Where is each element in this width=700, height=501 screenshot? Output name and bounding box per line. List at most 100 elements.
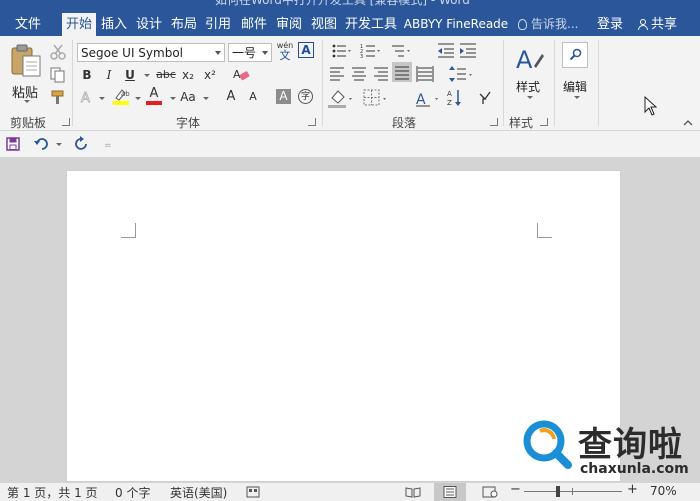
bullets-icon[interactable]	[332, 44, 351, 58]
underline-dropdown-icon[interactable]	[144, 74, 150, 77]
clipboard-launcher-icon[interactable]	[62, 118, 70, 126]
paste-button[interactable]: 粘贴	[6, 42, 46, 104]
save-icon[interactable]	[6, 137, 20, 151]
tell-me-box[interactable]: 告诉我...	[518, 13, 578, 36]
undo-icon[interactable]	[33, 137, 51, 151]
underline-button[interactable]: U	[122, 65, 138, 85]
decrease-indent-icon[interactable]	[438, 43, 454, 58]
svg-text:Z: Z	[447, 99, 452, 107]
tab-home[interactable]: 开始	[62, 13, 96, 36]
chevron-down-icon	[262, 51, 268, 55]
font-color-glyph: A	[149, 86, 159, 101]
increase-indent-icon[interactable]	[460, 43, 476, 58]
text-effects-icon[interactable]: A	[80, 89, 96, 105]
font-color-dropdown-icon[interactable]	[170, 97, 176, 100]
styles-button-label: 样式	[516, 80, 541, 94]
tab-view[interactable]: 视图	[308, 13, 340, 36]
strikethrough-button[interactable]: abc	[155, 65, 177, 85]
align-right-icon[interactable]	[374, 67, 388, 81]
change-case-dropdown-icon[interactable]	[203, 97, 209, 100]
paste-dropdown-icon	[24, 100, 30, 103]
align-left-icon[interactable]	[330, 67, 344, 81]
char-border-button[interactable]: A	[298, 42, 314, 58]
numbering-icon[interactable]: 123	[360, 44, 380, 60]
shrink-font-button[interactable]: A	[246, 87, 260, 107]
print-layout-icon	[443, 486, 457, 498]
read-mode-icon[interactable]	[405, 486, 421, 498]
multilevel-list-icon[interactable]	[392, 45, 410, 57]
zoom-slider[interactable]	[524, 486, 622, 497]
tab-design[interactable]: 设计	[133, 13, 165, 36]
zoom-out-button[interactable]: −	[510, 482, 521, 497]
print-layout-button[interactable]	[434, 483, 466, 501]
tab-developer[interactable]: 开发工具	[344, 13, 398, 36]
enclose-char-button[interactable]: 字	[298, 89, 313, 104]
line-spacing-icon[interactable]	[449, 66, 472, 82]
shading-icon[interactable]	[328, 90, 352, 108]
justify-icon[interactable]	[392, 62, 412, 82]
styles-group-label: 样式	[509, 116, 534, 130]
group-separator	[72, 40, 73, 126]
zoom-in-button[interactable]: +	[627, 482, 638, 497]
tab-layout[interactable]: 布局	[168, 13, 200, 36]
page-count[interactable]: 第 1 页，共 1 页	[7, 484, 98, 501]
margin-mark	[537, 223, 552, 238]
macro-record-icon[interactable]	[246, 486, 260, 498]
qat-customize-icon[interactable]: =	[104, 141, 112, 151]
word-count[interactable]: 0 个字	[115, 484, 150, 501]
change-case-button[interactable]: Aa	[178, 87, 198, 107]
collapse-ribbon-icon[interactable]	[683, 119, 693, 127]
web-layout-icon[interactable]	[482, 486, 498, 498]
undo-dropdown-icon[interactable]	[56, 143, 62, 146]
distributed-icon[interactable]	[416, 66, 434, 82]
align-center-icon[interactable]	[352, 67, 366, 81]
superscript-button[interactable]: x²	[202, 65, 218, 85]
title-tab-bar: 如何在Word中打开开发工具 [兼容模式] - Word 文件 开始 插入 设计…	[0, 0, 700, 36]
font-size-combo[interactable]: 一号	[228, 43, 272, 62]
tab-file[interactable]: 文件	[6, 13, 50, 36]
editing-button[interactable]: 编辑	[558, 42, 594, 104]
show-marks-icon[interactable]	[479, 91, 491, 104]
share-button[interactable]: 共享	[638, 13, 677, 36]
text-effects-dropdown-icon[interactable]	[99, 97, 105, 100]
repeat-icon[interactable]	[74, 136, 90, 152]
watermark-logo-icon	[523, 420, 572, 469]
group-separator	[322, 40, 323, 126]
watermark-url: chaxunla.com	[580, 461, 689, 477]
font-color-button[interactable]: A	[146, 87, 162, 105]
borders-icon[interactable]	[363, 89, 386, 106]
char-shading-button[interactable]: A	[276, 89, 291, 104]
language-indicator[interactable]: 英语(美国)	[170, 484, 227, 501]
zoom-slider-thumb[interactable]	[556, 486, 560, 497]
highlight-dropdown-icon[interactable]	[135, 97, 141, 100]
styles-button[interactable]: A 样式	[510, 42, 550, 104]
styles-launcher-icon[interactable]	[540, 118, 548, 126]
editing-label: 编辑	[563, 80, 588, 94]
bold-button[interactable]: B	[80, 65, 94, 85]
svg-text:A: A	[81, 91, 90, 105]
highlight-icon[interactable]: ab	[112, 87, 130, 105]
subscript-button[interactable]: x₂	[180, 65, 196, 85]
tab-review[interactable]: 审阅	[273, 13, 305, 36]
tab-insert[interactable]: 插入	[98, 13, 130, 36]
font-name-combo[interactable]: Segoe UI Symbol	[77, 43, 225, 62]
zoom-level[interactable]: 70%	[650, 484, 677, 498]
tab-mailings[interactable]: 邮件	[238, 13, 270, 36]
paragraph-launcher-icon[interactable]	[490, 118, 498, 126]
share-label: 共享	[651, 17, 678, 32]
chinese-layout-icon[interactable]: A	[416, 92, 438, 108]
tab-references[interactable]: 引用	[202, 13, 234, 36]
format-painter-icon[interactable]	[50, 90, 66, 106]
font-launcher-icon[interactable]	[308, 118, 316, 126]
cut-icon[interactable]	[50, 44, 66, 60]
copy-icon[interactable]	[50, 67, 66, 83]
login-button[interactable]: 登录	[597, 13, 623, 36]
phonetic-guide-button[interactable]: wén 文	[276, 41, 294, 63]
clear-formatting-icon[interactable]: A	[232, 67, 250, 83]
tab-abbyy[interactable]: ABBYY FineReade	[402, 13, 510, 36]
sort-icon[interactable]: AZ	[447, 90, 461, 107]
grow-font-button[interactable]: A	[224, 87, 238, 107]
italic-button[interactable]: I	[102, 65, 116, 85]
magnifier-icon	[569, 48, 582, 61]
tell-me-text: 告诉我...	[531, 17, 579, 31]
